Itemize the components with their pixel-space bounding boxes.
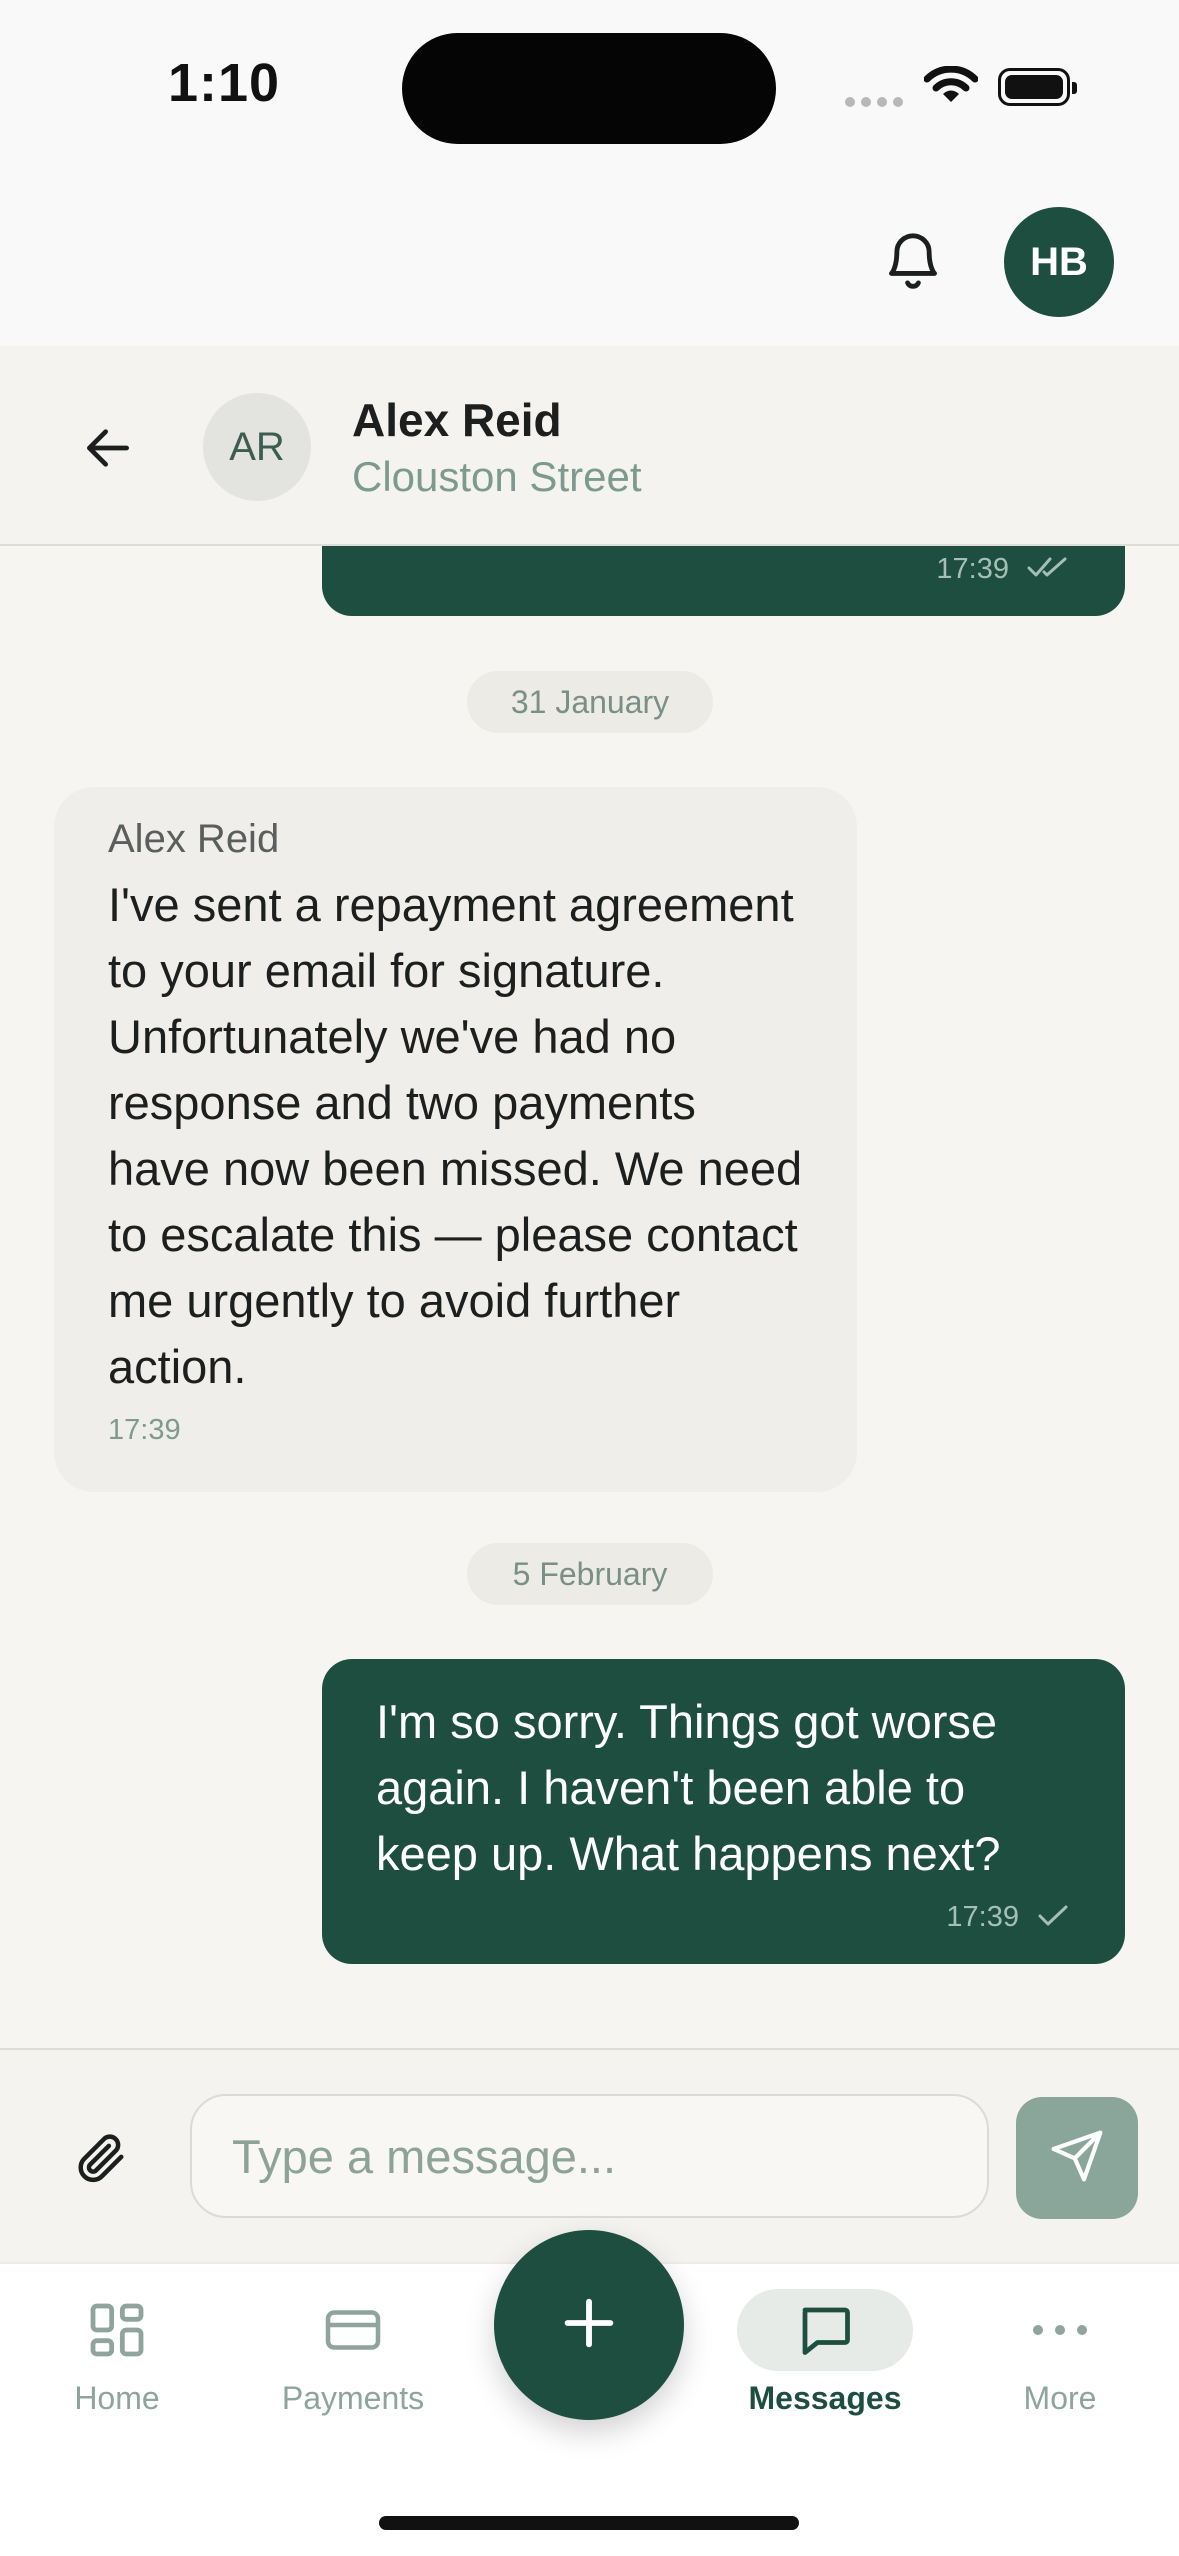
chat-header xyxy=(0,346,1179,546)
send-button[interactable] xyxy=(1016,2097,1138,2219)
back-arrow-icon[interactable] xyxy=(80,420,136,481)
message-time: 17:39 xyxy=(936,553,1009,585)
grid-icon xyxy=(85,2290,149,2370)
message-time: 17:39 xyxy=(108,1414,181,1446)
plus-icon xyxy=(557,2291,621,2360)
bell-icon[interactable] xyxy=(880,225,946,300)
tab-label: Messages xyxy=(748,2380,902,2416)
signal-icon xyxy=(845,94,909,112)
message-meta: 17:39 xyxy=(946,1901,1069,1934)
card-icon xyxy=(320,2290,386,2370)
user-avatar[interactable]: HB xyxy=(1004,207,1114,317)
tab-label: More xyxy=(1023,2380,1097,2416)
contact-subtitle: Clouston Street xyxy=(352,453,642,500)
home-indicator xyxy=(379,2516,799,2530)
message-time: 17:39 xyxy=(946,1901,1019,1933)
message-meta: 17:39 xyxy=(936,553,1069,586)
outgoing-message-bubble: I'm so sorry. Things got worse again. I … xyxy=(322,1659,1125,1964)
message-sender: Alex Reid xyxy=(108,817,280,861)
wifi-icon xyxy=(923,65,979,111)
more-dots-icon xyxy=(1030,2290,1090,2370)
tab-more[interactable]: More xyxy=(965,2290,1155,2440)
date-separator: 5 February xyxy=(467,1543,713,1605)
tab-home[interactable]: Home xyxy=(22,2290,212,2440)
message-list[interactable]: 17:39 31 January Alex Reid I've sent a r… xyxy=(0,546,1179,2048)
outgoing-message-bubble: 17:39 xyxy=(322,546,1125,616)
tab-label: Payments xyxy=(281,2380,425,2416)
send-icon xyxy=(1049,2128,1105,2189)
date-separator: 31 January xyxy=(467,671,713,733)
message-text: I'm so sorry. Things got worse again. I … xyxy=(376,1695,1001,1880)
battery-icon xyxy=(998,68,1077,106)
double-check-icon xyxy=(1027,555,1069,584)
message-text: I've sent a repayment agreement to your … xyxy=(108,878,803,1393)
status-time: 1:10 xyxy=(168,53,281,113)
message-input[interactable] xyxy=(190,2094,989,2218)
dynamic-island xyxy=(402,33,776,144)
new-action-button[interactable] xyxy=(494,2230,684,2420)
contact-name: Alex Reid xyxy=(352,394,562,446)
tab-messages[interactable]: Messages xyxy=(730,2289,920,2440)
chat-bubble-icon xyxy=(737,2289,913,2371)
check-icon xyxy=(1037,1903,1069,1932)
paperclip-icon[interactable] xyxy=(74,2128,128,2193)
tab-label: Home xyxy=(74,2380,160,2416)
app-header xyxy=(0,180,1179,346)
incoming-message-bubble: Alex Reid I've sent a repayment agreemen… xyxy=(54,787,857,1492)
tab-payments[interactable]: Payments xyxy=(258,2290,448,2440)
contact-avatar: AR xyxy=(203,393,311,501)
